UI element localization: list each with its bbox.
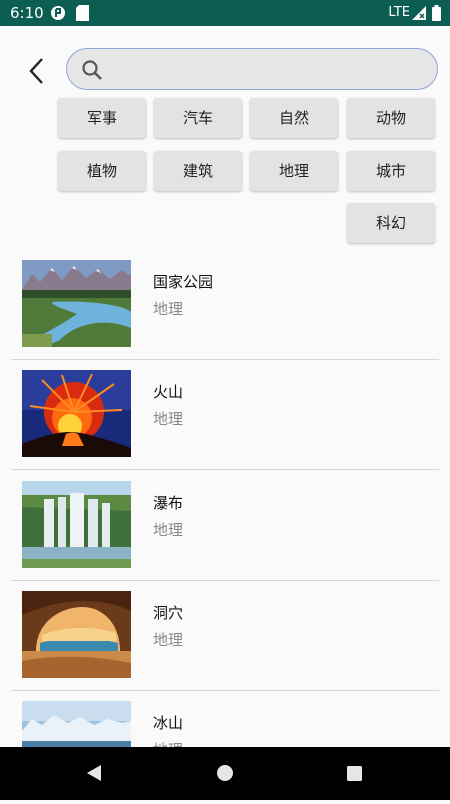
app-notification-icon (50, 5, 66, 25)
item-category: 地理 (153, 521, 184, 539)
chip-plants[interactable]: 植物 (58, 151, 146, 191)
item-title: 火山 (153, 383, 184, 401)
item-title: 洞穴 (153, 604, 184, 622)
navigation-bar (0, 747, 450, 800)
chip-animals[interactable]: 动物 (347, 98, 435, 138)
status-time: 6:10 (10, 4, 44, 22)
chip-geography[interactable]: 地理 (250, 151, 338, 191)
item-category: 地理 (153, 631, 184, 649)
national-park-thumbnail (22, 260, 131, 347)
search-box[interactable] (66, 48, 438, 90)
back-button[interactable] (22, 56, 52, 86)
list-item[interactable]: 瀑布 地理 (11, 471, 439, 581)
item-category: 地理 (153, 300, 184, 318)
back-arrow-icon (29, 58, 43, 84)
volcano-thumbnail (22, 370, 131, 457)
item-title: 国家公园 (153, 273, 214, 291)
divider (11, 469, 439, 470)
chip-nature[interactable]: 自然 (250, 98, 338, 138)
chip-architecture[interactable]: 建筑 (154, 151, 242, 191)
chip-scifi[interactable]: 科幻 (347, 203, 435, 243)
list-item[interactable]: 冰山 地理 (11, 691, 439, 747)
cave-thumbnail (22, 591, 131, 678)
network-type: LTE (388, 5, 410, 20)
chip-cars[interactable]: 汽车 (154, 98, 242, 138)
item-title: 瀑布 (153, 494, 184, 512)
list-item[interactable]: 火山 地理 (11, 360, 439, 470)
iceberg-thumbnail (22, 701, 131, 747)
result-list: 国家公园 地理 火山 地理 瀑布 地理 洞穴 地理 冰山 (0, 250, 450, 747)
item-category: 地理 (153, 410, 184, 428)
status-bar: 6:10 LTE (0, 0, 450, 26)
chip-city[interactable]: 城市 (347, 151, 435, 191)
battery-icon (432, 5, 441, 25)
item-category: 地理 (153, 739, 183, 747)
signal-icon (412, 5, 426, 24)
recents-nav-icon[interactable] (347, 766, 362, 781)
chip-military[interactable]: 军事 (58, 98, 146, 138)
back-nav-icon[interactable] (87, 765, 101, 781)
item-title: 冰山 (153, 714, 184, 732)
home-nav-icon[interactable] (217, 765, 233, 781)
sd-card-icon (76, 5, 89, 25)
waterfall-thumbnail (22, 481, 131, 568)
search-input[interactable] (113, 55, 427, 85)
list-item[interactable]: 洞穴 地理 (11, 581, 439, 691)
search-icon (81, 59, 103, 85)
list-item[interactable]: 国家公园 地理 (11, 250, 439, 360)
